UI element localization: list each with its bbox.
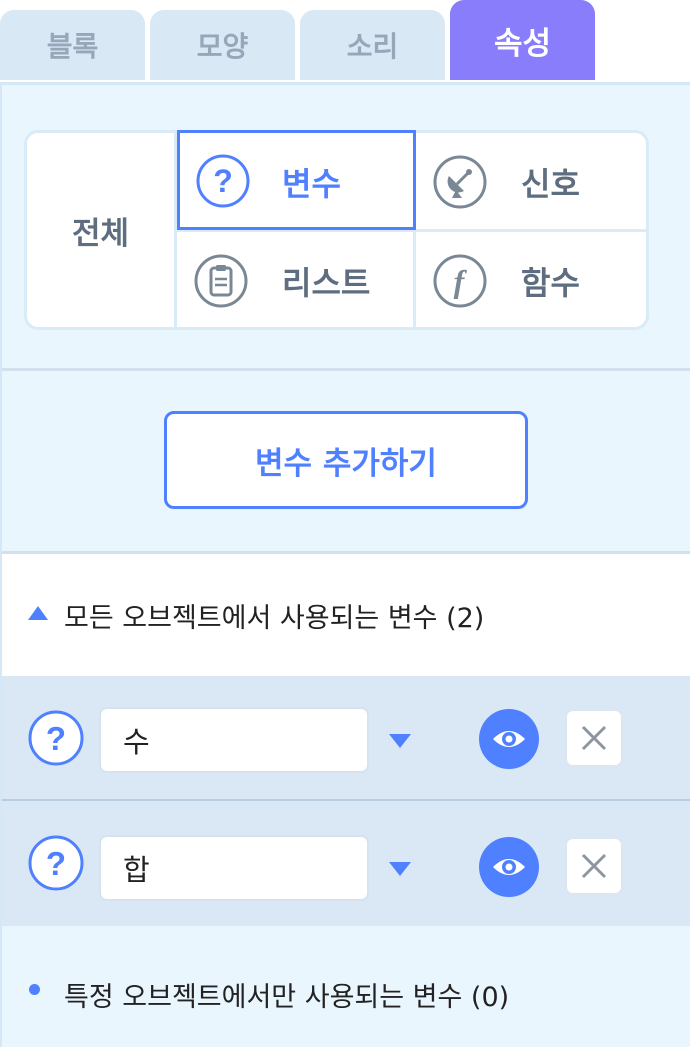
- eye-icon: [493, 859, 525, 875]
- delete-variable-button[interactable]: [565, 837, 623, 895]
- tab-shapes[interactable]: 모양: [150, 10, 295, 80]
- question-icon: ?: [196, 154, 250, 208]
- tab-blocks[interactable]: 블록: [0, 10, 145, 80]
- signal-dish-icon: [433, 155, 487, 209]
- svg-text:?: ?: [213, 163, 233, 199]
- visibility-toggle-button[interactable]: [479, 837, 539, 897]
- section-title: 모든 오브젝트에서 사용되는 변수 (2): [64, 602, 485, 634]
- divider: [2, 368, 690, 371]
- filter-variable[interactable]: ? 변수: [177, 130, 416, 230]
- variable-name-input[interactable]: 합: [99, 835, 369, 901]
- category-filter: 전체 ? 변수 신호 리스트 f 함수: [24, 130, 649, 330]
- filter-function-label: 함수: [521, 263, 580, 302]
- function-icon: f: [433, 254, 487, 308]
- filter-signal[interactable]: 신호: [416, 133, 652, 230]
- variable-name-input[interactable]: 수: [99, 707, 369, 773]
- tab-label: 모양: [196, 30, 249, 63]
- filter-function[interactable]: f 함수: [416, 232, 652, 329]
- tab-bar: 블록 모양 소리 속성: [0, 0, 690, 80]
- close-icon: [581, 853, 607, 879]
- local-variables-header[interactable]: 특정 오브젝트에서만 사용되는 변수 (0): [2, 929, 690, 1047]
- add-variable-button[interactable]: 변수 추가하기: [164, 411, 528, 509]
- global-variables-header[interactable]: 모든 오브젝트에서 사용되는 변수 (2): [2, 554, 690, 676]
- filter-variable-label: 변수: [282, 164, 341, 203]
- tab-sounds[interactable]: 소리: [300, 10, 445, 80]
- tab-label: 블록: [46, 30, 99, 63]
- close-icon: [581, 725, 607, 751]
- filter-all[interactable]: 전체: [27, 133, 177, 327]
- variable-row: ? 수: [2, 676, 690, 801]
- properties-panel: 전체 ? 변수 신호 리스트 f 함수 변수 추가하기 모든 오브젝트에서 사용…: [0, 82, 690, 1047]
- filter-signal-label: 신호: [521, 164, 580, 203]
- delete-variable-button[interactable]: [565, 709, 623, 767]
- tab-label: 속성: [493, 25, 552, 62]
- filter-list[interactable]: 리스트: [177, 232, 413, 329]
- variable-name: 수: [123, 725, 150, 759]
- dropdown-triangle-icon[interactable]: [389, 734, 411, 748]
- variable-row: ? 합: [2, 801, 690, 926]
- add-variable-label: 변수 추가하기: [255, 445, 437, 482]
- variable-name: 합: [123, 853, 150, 887]
- eye-icon: [493, 731, 525, 747]
- collapse-triangle-icon[interactable]: [28, 606, 48, 620]
- dropdown-triangle-icon[interactable]: [389, 862, 411, 876]
- svg-text:?: ?: [46, 845, 66, 882]
- tab-properties[interactable]: 속성: [450, 0, 595, 80]
- section-title: 특정 오브젝트에서만 사용되는 변수 (0): [64, 981, 510, 1013]
- filter-all-label: 전체: [71, 215, 130, 252]
- tab-label: 소리: [346, 30, 399, 63]
- question-icon: ?: [28, 710, 84, 766]
- visibility-toggle-button[interactable]: [479, 709, 539, 769]
- clipboard-list-icon: [194, 254, 248, 308]
- svg-text:?: ?: [46, 720, 66, 757]
- question-icon: ?: [28, 835, 84, 891]
- filter-list-label: 리스트: [282, 263, 371, 302]
- bullet-dot-icon: [29, 984, 40, 995]
